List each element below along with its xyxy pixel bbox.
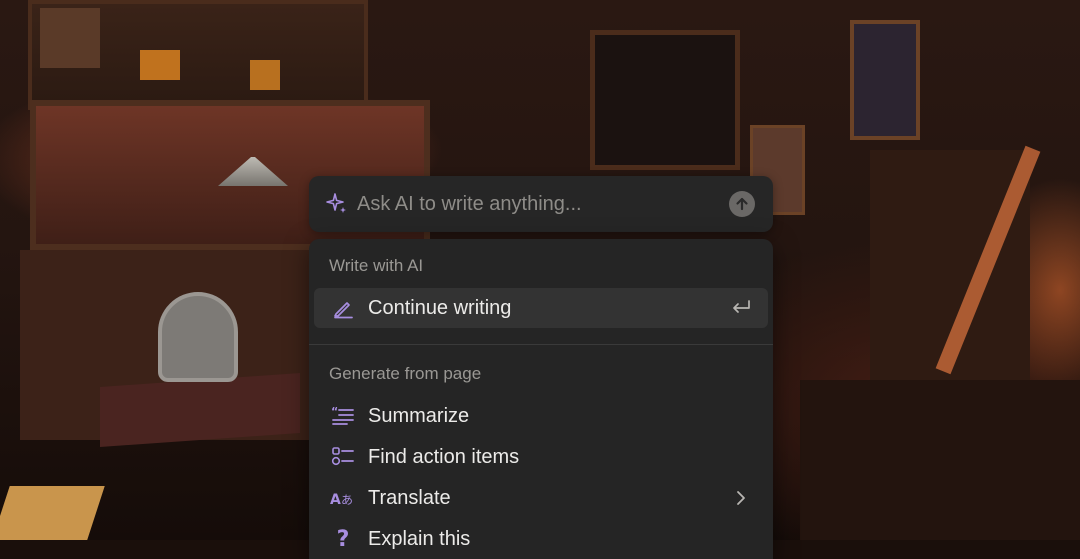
question-mark-icon: ? — [336, 526, 350, 552]
menu-item-explain-this[interactable]: ? Explain this — [314, 519, 768, 559]
menu-item-label: Summarize — [368, 404, 470, 427]
framed-painting — [850, 20, 920, 140]
menu-item-summarize[interactable]: “ Summarize — [314, 396, 768, 436]
shelf-decoration — [140, 50, 180, 80]
svg-text:あ: あ — [341, 493, 353, 507]
svg-text:A: A — [330, 492, 341, 508]
checklist-icon — [330, 445, 356, 469]
ask-ai-placeholder[interactable]: Ask AI to write anything... — [357, 193, 729, 216]
translate-icon: A あ — [330, 486, 356, 510]
section-heading-generate-from-page: Generate from page — [329, 364, 482, 383]
menu-item-label: Translate — [368, 486, 451, 509]
paper-scroll — [0, 486, 105, 540]
menu-item-label: Find action items — [368, 445, 520, 468]
chevron-right-icon — [726, 486, 756, 510]
enter-return-icon — [726, 296, 756, 320]
chair — [158, 292, 238, 382]
sparkle-icon — [326, 193, 346, 213]
menu-item-label: Continue writing — [368, 296, 512, 319]
shelf-decoration — [250, 60, 280, 90]
svg-text:“: “ — [331, 406, 338, 418]
menu-item-find-action-items[interactable]: Find action items — [314, 437, 768, 477]
submit-button[interactable] — [729, 191, 755, 217]
ai-command-menu: Write with AI Continue writing Generate … — [309, 239, 773, 559]
menu-item-translate[interactable]: A あ Translate — [314, 478, 768, 518]
shelf-decoration — [40, 8, 100, 68]
counter — [800, 380, 1080, 540]
menu-item-label: Explain this — [368, 527, 471, 550]
arrow-up-icon — [736, 197, 748, 211]
menu-item-continue-writing[interactable]: Continue writing — [314, 288, 768, 328]
summary-lines-icon: “ — [330, 404, 356, 428]
ask-ai-input[interactable]: Ask AI to write anything... — [309, 176, 773, 232]
menu-divider — [309, 344, 773, 345]
framed-portrait — [590, 30, 740, 170]
pen-icon — [330, 296, 356, 320]
section-heading-write-with-ai: Write with AI — [329, 256, 424, 275]
